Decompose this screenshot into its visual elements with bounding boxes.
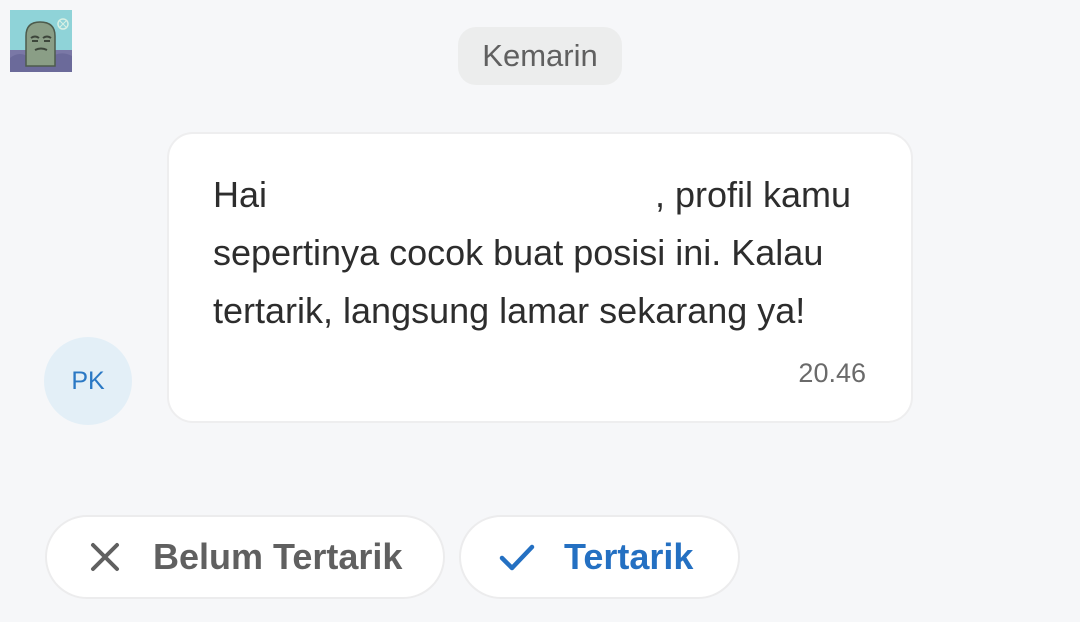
not-interested-label: Belum Tertarik [153, 536, 403, 577]
date-label: Kemarin [482, 38, 598, 73]
message-line-3: tertarik, langsung lamar sekarang ya! [213, 290, 806, 331]
user-avatar[interactable] [10, 10, 72, 72]
avatar-image [10, 10, 72, 72]
redacted-name [279, 174, 649, 216]
sender-initials: PK [71, 366, 105, 395]
message-line-1-end: , profil kamu [655, 174, 852, 215]
message-timestamp: 20.46 [798, 358, 866, 388]
interested-label: Tertarik [564, 536, 694, 577]
message-line-2: sepertinya cocok buat posisi ini. Kalau [213, 232, 824, 273]
close-icon [87, 539, 123, 575]
message-greeting: Hai [213, 174, 268, 215]
sender-avatar[interactable]: PK [44, 337, 132, 425]
message-bubble: Hai , profil kamu sepertinya cocok buat … [167, 132, 913, 423]
check-icon [499, 539, 535, 575]
date-separator: Kemarin [458, 27, 622, 85]
interested-button[interactable]: Tertarik [459, 515, 740, 599]
not-interested-button[interactable]: Belum Tertarik [45, 515, 445, 599]
